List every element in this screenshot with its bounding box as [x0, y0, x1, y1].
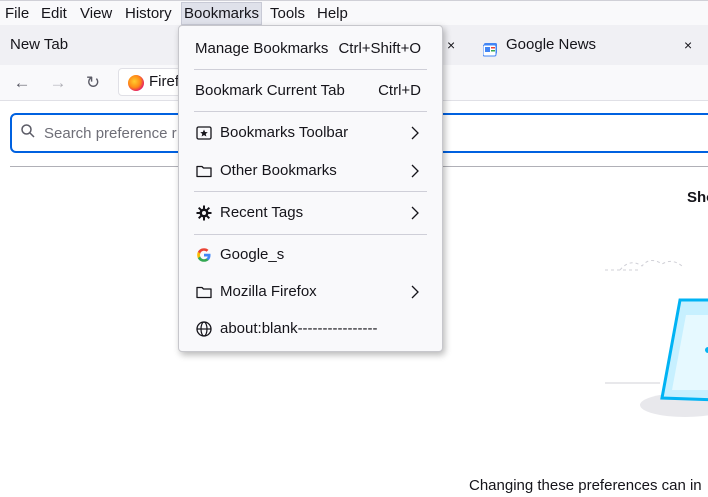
- shortcut-label: Ctrl+Shift+O: [338, 40, 421, 57]
- google-news-icon: [482, 37, 499, 57]
- menu-item-label: Mozilla Firefox: [220, 283, 317, 300]
- close-tab-icon[interactable]: ×: [447, 29, 455, 61]
- menu-edit[interactable]: Edit: [39, 4, 69, 23]
- firefox-icon: [128, 75, 144, 91]
- menu-item-other-bookmarks[interactable]: Other Bookmarks: [180, 154, 441, 188]
- forward-arrow-icon[interactable]: →: [47, 72, 69, 94]
- page-heading: Sho: [687, 189, 708, 206]
- tab-label: Google News: [506, 36, 597, 53]
- menu-item-recent-tags[interactable]: Recent Tags: [180, 196, 441, 230]
- menu-item-label: Manage Bookmarks: [195, 40, 329, 57]
- close-tab-icon[interactable]: ×: [684, 29, 692, 61]
- bookmarks-menu: Manage Bookmarks Ctrl+Shift+O Bookmark C…: [178, 25, 443, 352]
- folder-icon: [195, 283, 213, 301]
- menu-item-label: Recent Tags: [220, 204, 304, 221]
- star-icon: [195, 124, 213, 142]
- menu-item-bookmark-current-tab[interactable]: Bookmark Current Tab Ctrl+D: [180, 74, 441, 108]
- menu-item-label: Bookmarks Toolbar: [220, 124, 349, 141]
- warning-illustration: [600, 240, 708, 440]
- menu-separator: [194, 191, 427, 192]
- menu-item-mozilla-firefox[interactable]: Mozilla Firefox: [180, 275, 441, 309]
- menu-item-about-blank[interactable]: about:blank----------------: [180, 312, 441, 346]
- url-text: Firef: [149, 73, 179, 90]
- menu-file[interactable]: File: [3, 4, 31, 23]
- menu-bookmarks[interactable]: Bookmarks: [181, 2, 263, 25]
- footnote-text: Changing these preferences can in: [469, 477, 702, 494]
- menu-tools[interactable]: Tools: [268, 4, 307, 23]
- menu-history[interactable]: History: [123, 4, 174, 23]
- menu-item-label: Google_s: [220, 246, 285, 263]
- chevron-right-icon: [411, 126, 419, 140]
- menu-separator: [194, 69, 427, 70]
- folder-icon: [195, 162, 213, 180]
- tab-label: New Tab: [10, 36, 69, 53]
- gear-icon: [195, 204, 213, 222]
- chevron-right-icon: [411, 164, 419, 178]
- search-placeholder: Search preference r: [44, 125, 177, 142]
- tab-google-news[interactable]: Google News: [482, 29, 683, 61]
- menu-separator: [194, 111, 427, 112]
- chevron-right-icon: [411, 206, 419, 220]
- reload-icon[interactable]: ↻: [82, 72, 104, 94]
- menu-item-bookmarks-toolbar[interactable]: Bookmarks Toolbar: [180, 116, 441, 150]
- menu-view[interactable]: View: [78, 4, 114, 23]
- menu-separator: [194, 234, 427, 235]
- shortcut-label: Ctrl+D: [378, 82, 421, 99]
- menu-help[interactable]: Help: [315, 4, 350, 23]
- tab-new-tab[interactable]: New Tab: [10, 29, 68, 61]
- menu-item-label: Other Bookmarks: [220, 162, 337, 179]
- menu-bar: File Edit View History Bookmarks Tools H…: [0, 0, 708, 25]
- back-arrow-icon[interactable]: ←: [11, 72, 33, 94]
- menu-item-label: Bookmark Current Tab: [195, 82, 345, 99]
- google-icon: [195, 246, 213, 264]
- menu-item-google-bookmark[interactable]: Google_s: [180, 238, 441, 272]
- globe-icon: [195, 320, 213, 338]
- search-icon: [21, 124, 35, 138]
- menu-item-manage-bookmarks[interactable]: Manage Bookmarks Ctrl+Shift+O: [180, 32, 441, 66]
- chevron-right-icon: [411, 285, 419, 299]
- menu-item-label: about:blank----------------: [220, 320, 378, 337]
